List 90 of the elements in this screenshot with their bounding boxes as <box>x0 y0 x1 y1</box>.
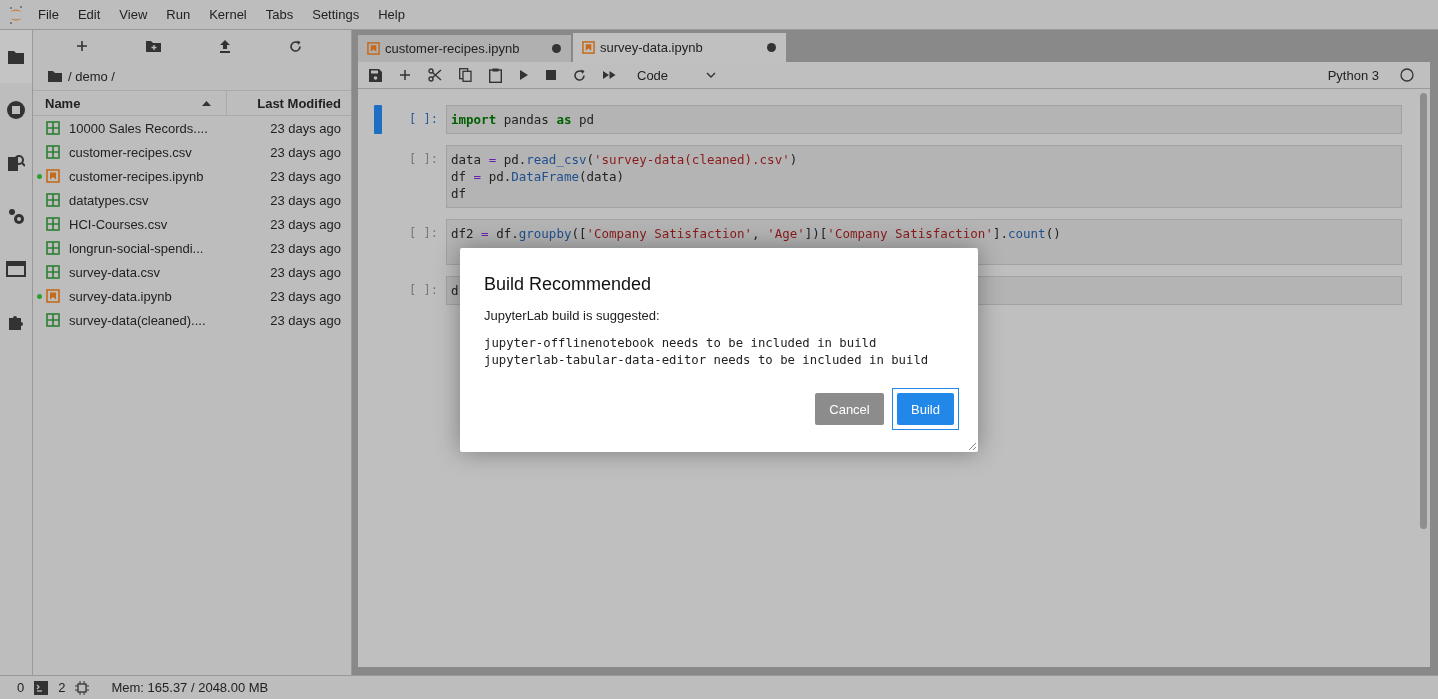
kernel-name[interactable]: Python 3 <box>1327 67 1379 83</box>
dialog-text: JupyterLab build is suggested: <box>484 308 661 323</box>
file-name[interactable]: survey-data.ipynb <box>69 288 231 304</box>
file-name[interactable]: datatypes.csv <box>69 192 231 208</box>
modified-date: 23 days ago <box>269 192 342 208</box>
plus-icon[interactable] <box>76 40 88 52</box>
modified-date: 23 days ago <box>269 288 342 304</box>
menu-item[interactable]: Edit <box>77 7 101 22</box>
column-header[interactable]: Last Modified <box>227 91 351 115</box>
message-line: jupyterlab-tabular-data-editor needs to be included in build <box>484 352 930 369</box>
code-cell[interactable]: data = pd.read_csv('survey-data(cleaned).csv') df = pd.DataFrame(data) df <box>446 145 1402 208</box>
spreadsheet-icon <box>46 145 60 159</box>
plus-icon[interactable] <box>399 69 411 81</box>
file-name[interactable]: 10000 Sales Records.... <box>69 120 231 136</box>
cell-type-dropdown[interactable]: Code <box>637 67 717 83</box>
notebook-icon <box>367 42 380 55</box>
fast-forward-icon[interactable] <box>603 70 616 80</box>
menu-item[interactable]: Run <box>166 7 191 22</box>
code-line: data = pd.read_csv('survey-data(cleaned).csv') <box>451 151 798 168</box>
inspector-icon[interactable] <box>7 153 25 172</box>
modified-date: 23 days ago <box>269 312 342 328</box>
terminal-icon[interactable] <box>34 680 49 695</box>
menu-item[interactable]: View <box>119 7 148 22</box>
cell-prompt: [ ]: <box>408 282 439 297</box>
message-line: jupyter-offlinenotebook needs to be included in build <box>484 335 878 352</box>
copy-icon[interactable] <box>459 68 472 82</box>
notebook-tab[interactable]: survey-data.ipynb <box>573 33 786 62</box>
upload-icon[interactable] <box>219 39 231 53</box>
menu-item[interactable]: Help <box>378 7 405 22</box>
modified-date: 23 days ago <box>269 144 342 160</box>
cell-prompt: [ ]: <box>408 111 439 126</box>
chip-icon[interactable] <box>75 680 90 695</box>
new-folder-icon[interactable] <box>146 40 161 52</box>
modified-date: 23 days ago <box>269 120 342 136</box>
refresh-icon[interactable] <box>289 39 302 53</box>
gears-icon[interactable] <box>7 206 25 225</box>
spreadsheet-icon <box>46 217 60 231</box>
stop-circle-icon[interactable] <box>6 99 26 120</box>
spreadsheet-icon <box>46 241 60 255</box>
menu-item[interactable]: Tabs <box>265 7 294 22</box>
file-name[interactable]: HCI-Courses.csv <box>69 216 231 232</box>
spreadsheet-icon <box>46 313 60 327</box>
cell-prompt: [ ]: <box>408 151 439 166</box>
menu-item[interactable]: Settings <box>312 7 360 22</box>
code-cell[interactable]: import pandas as pd <box>446 105 1402 134</box>
dialog-title: Build Recommended <box>484 274 653 295</box>
paste-icon[interactable] <box>489 67 502 83</box>
notebook-icon <box>46 169 60 183</box>
menu-item[interactable]: Kernel <box>209 7 247 22</box>
modified-date: 23 days ago <box>269 264 342 280</box>
memory-usage: Mem: 165.37 / 2048.00 MB <box>111 680 269 695</box>
jupyter-logo-icon <box>8 4 24 25</box>
file-name[interactable]: customer-recipes.ipynb <box>69 168 231 184</box>
kernel-count[interactable]: 2 <box>58 680 66 695</box>
code-line: df2 = df.groupby(['Company Satisfaction', 'Age'])['Company Satisfaction'].count() <box>451 225 1061 242</box>
code-line: import pandas as pd <box>451 111 594 128</box>
notebook-icon <box>46 289 60 303</box>
code-line: df = pd.DataFrame(data) <box>451 168 625 185</box>
menu-item[interactable]: File <box>38 7 59 22</box>
folder-icon[interactable] <box>7 48 25 65</box>
cell-prompt: [ ]: <box>408 225 439 240</box>
folder-icon[interactable] <box>48 70 62 82</box>
terminal-count[interactable]: 0 <box>17 680 25 695</box>
cut-icon[interactable] <box>428 68 442 82</box>
file-name[interactable]: customer-recipes.csv <box>69 144 231 160</box>
code-line: df <box>451 185 467 202</box>
kernel-status-icon <box>1400 68 1414 82</box>
file-name[interactable]: survey-data(cleaned).... <box>69 312 231 328</box>
modified-date: 23 days ago <box>269 216 342 232</box>
spreadsheet-icon <box>46 193 60 207</box>
breadcrumb[interactable]: / demo / <box>68 68 115 84</box>
modified-date: 23 days ago <box>269 240 342 256</box>
spreadsheet-icon <box>46 121 60 135</box>
modified-date: 23 days ago <box>269 168 342 184</box>
save-icon[interactable] <box>369 68 382 82</box>
tabs-icon[interactable] <box>6 260 26 277</box>
sort-caret-icon <box>202 100 211 106</box>
spreadsheet-icon <box>46 265 60 279</box>
notebook-tab[interactable]: customer-recipes.ipynb <box>358 35 571 62</box>
resize-grip-icon[interactable] <box>968 442 976 450</box>
file-name[interactable]: longrun-social-spendi... <box>69 240 231 256</box>
column-header[interactable]: Name <box>33 91 227 115</box>
chevron-down-icon <box>706 72 717 78</box>
restart-icon[interactable] <box>573 68 586 82</box>
file-name[interactable]: survey-data.csv <box>69 264 231 280</box>
build-button[interactable]: Build <box>897 393 954 425</box>
code-line: d <box>451 282 459 299</box>
notebook-icon <box>582 41 595 54</box>
scrollbar-thumb[interactable] <box>1420 93 1427 529</box>
run-icon[interactable] <box>519 69 529 81</box>
